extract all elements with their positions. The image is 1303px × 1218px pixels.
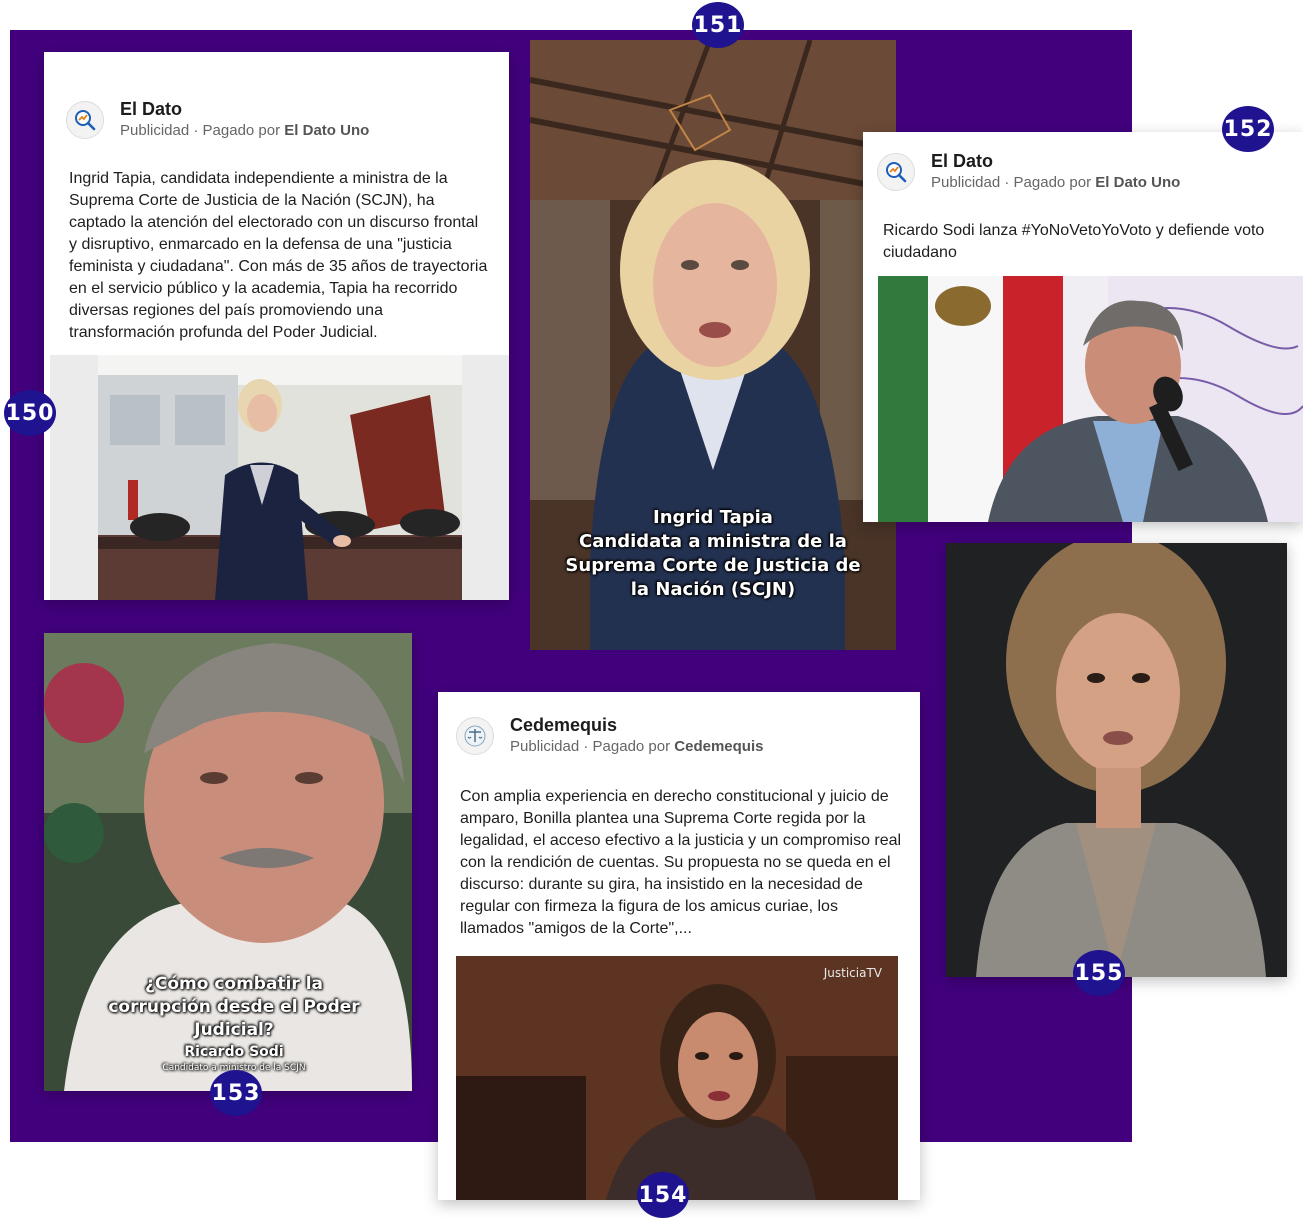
post-text: Ingrid Tapia, candidata independiente a … [69,170,488,341]
badge-153: 153 [210,1070,262,1116]
payer-name[interactable]: El Dato Uno [1095,174,1180,191]
sponsored-label: Publicidad · Pagado por El Dato Uno [120,120,369,142]
badge-155: 155 [1073,950,1125,996]
video-card-151[interactable]: Ingrid Tapia Candidata a ministra de la … [530,40,896,650]
payer-name[interactable]: Cedemequis [674,738,763,755]
video-card-153[interactable]: ¿Cómo combatir la corrupción desde el Po… [44,633,412,1091]
photo-card-155[interactable] [946,543,1287,977]
ad-card-150: El Dato Publicidad · Pagado por El Dato … [44,52,509,600]
post-text: Con amplia experiencia en derecho consti… [460,788,902,937]
sponsored-prefix: Publicidad · Pagado por [510,738,675,755]
photo-woman-courtroom [50,355,509,600]
photo-woman-interview [456,956,898,1200]
badge-151: 151 [692,2,744,48]
photo-woman-portrait [946,543,1287,977]
badge-152: 152 [1222,106,1274,152]
badge-150: 150 [4,390,56,436]
post-photo[interactable] [50,355,509,600]
ad-card-152: El Dato Publicidad · Pagado por El Dato … [863,132,1303,522]
payer-name[interactable]: El Dato Uno [284,122,369,139]
channel-watermark: JusticiaTV [823,966,882,980]
sponsored-prefix: Publicidad · Pagado por [120,122,285,139]
page-avatar[interactable] [456,717,494,755]
ad-card-154: Cedemequis Publicidad · Pagado por Cedem… [438,692,920,1200]
ad-header: Cedemequis Publicidad · Pagado por Cedem… [456,714,763,758]
sponsored-label: Publicidad · Pagado por El Dato Uno [931,172,1180,194]
speaker-name: Ricardo Sodi [184,1044,284,1060]
scales-of-justice-icon [464,725,486,747]
post-photo[interactable] [878,276,1303,522]
sponsored-prefix: Publicidad · Pagado por [931,174,1096,191]
page-name[interactable]: El Dato [931,150,1180,172]
magnifier-chart-icon [75,110,96,131]
post-text: Ricardo Sodi lanza #YoNoVetoYoVoto y def… [883,222,1265,261]
ad-header: El Dato Publicidad · Pagado por El Dato … [877,150,1180,194]
page-avatar[interactable] [66,101,104,139]
video-caption: Ingrid Tapia Candidata a ministra de la … [565,507,861,600]
magnifier-chart-icon [886,162,907,183]
page-name[interactable]: Cedemequis [510,714,763,736]
video-question: ¿Cómo combatir la corrupción desde el Po… [108,974,360,1040]
photo-man-microphone [878,276,1303,522]
post-photo[interactable]: JusticiaTV [456,956,898,1200]
page-name[interactable]: El Dato [120,98,369,120]
page-avatar[interactable] [877,153,915,191]
ad-header: El Dato Publicidad · Pagado por El Dato … [66,98,369,142]
sponsored-label: Publicidad · Pagado por Cedemequis [510,736,763,758]
badge-154: 154 [637,1172,689,1218]
